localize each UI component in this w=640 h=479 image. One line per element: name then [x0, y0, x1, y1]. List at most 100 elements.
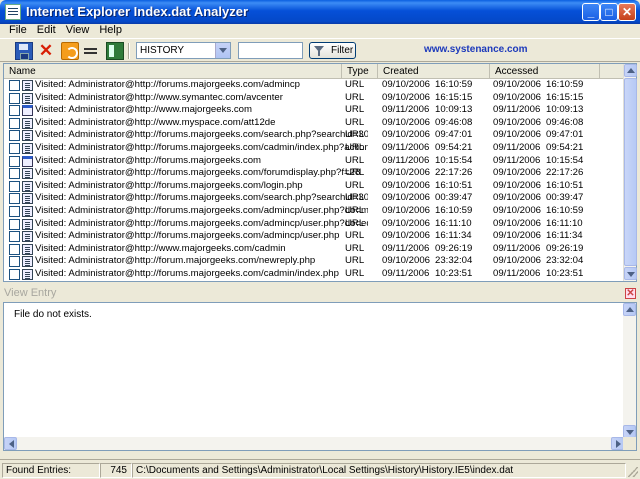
table-row[interactable]: Visited: Administrator@http://forums.maj… [4, 155, 624, 168]
row-checkbox[interactable] [9, 168, 20, 180]
cell-type: URL [345, 267, 365, 279]
entry-vscrollbar[interactable] [623, 303, 636, 438]
row-checkbox[interactable] [9, 268, 20, 280]
row-checkbox[interactable] [9, 117, 20, 129]
table-row[interactable]: Visited: Administrator@http://forums.maj… [4, 129, 624, 142]
save-icon[interactable] [15, 42, 33, 60]
scroll-up-icon[interactable] [624, 64, 637, 77]
table-row[interactable]: Visited: Administrator@http://www.majorg… [4, 104, 624, 117]
equal-icon[interactable] [82, 42, 100, 60]
cell-created-time: 22:17:26 [435, 167, 473, 179]
document-icon [22, 231, 33, 243]
cell-accessed-time: 16:15:15 [546, 91, 584, 103]
cell-type: URL [345, 255, 365, 267]
row-checkbox[interactable] [9, 256, 20, 268]
column-header-accessed[interactable]: Accessed [490, 64, 600, 79]
menu-help[interactable]: Help [94, 24, 127, 38]
delete-icon[interactable]: ✕ [37, 42, 55, 60]
filter-button[interactable]: Filter [309, 42, 356, 59]
entries-list[interactable]: Name Type Created Accessed Visited: Admi… [3, 63, 637, 282]
column-header-type[interactable]: Type [342, 64, 378, 79]
column-header-name[interactable]: Name [4, 64, 342, 79]
menu-view[interactable]: View [61, 24, 95, 38]
cell-type: URL [345, 91, 365, 103]
filter-button-label: Filter [331, 45, 354, 56]
close-button[interactable]: ✕ [618, 3, 636, 21]
table-row[interactable]: Visited: Administrator@http://www.myspac… [4, 117, 624, 130]
funnel-icon [314, 46, 324, 56]
cell-accessed-time: 09:46:08 [546, 116, 584, 128]
panel-close-icon[interactable]: ✕ [625, 288, 636, 299]
book-icon[interactable] [106, 42, 124, 60]
table-row[interactable]: Visited: Administrator@http://forums.maj… [4, 180, 624, 193]
table-row[interactable]: Visited: Administrator@http://forums.maj… [4, 268, 624, 281]
scroll-up-icon[interactable] [623, 303, 636, 316]
filter-input[interactable] [238, 42, 303, 59]
view-entry-title: View Entry [4, 287, 57, 299]
found-entries-label: Found Entries: [2, 463, 100, 478]
cell-name: Visited: Administrator@http://forums.maj… [35, 154, 262, 166]
row-checkbox[interactable] [9, 130, 20, 142]
table-row[interactable]: Visited: Administrator@http://forums.maj… [4, 218, 624, 231]
cell-created-time: 16:10:59 [435, 79, 473, 90]
cell-accessed-date: 09/10/2006 [493, 116, 542, 128]
row-checkbox[interactable] [9, 142, 20, 154]
menu-file[interactable]: File [4, 24, 32, 38]
table-row[interactable]: Visited: Administrator@http://forums.maj… [4, 192, 624, 205]
view-entry-box[interactable]: File do not exists. [3, 302, 637, 451]
cell-created-time: 16:10:59 [435, 204, 473, 216]
row-checkbox[interactable] [9, 92, 20, 104]
table-row[interactable]: Visited: Administrator@http://forums.maj… [4, 205, 624, 218]
row-checkbox[interactable] [9, 193, 20, 205]
scroll-left-icon[interactable] [4, 437, 17, 450]
row-checkbox[interactable] [9, 80, 20, 91]
entry-hscrollbar[interactable] [4, 437, 624, 450]
clear-icon[interactable] [61, 42, 79, 60]
chevron-down-icon[interactable] [215, 43, 230, 58]
list-scrollbar[interactable] [623, 64, 637, 281]
scroll-corner [623, 437, 636, 450]
cell-accessed-time: 23:32:04 [546, 255, 584, 267]
history-combo[interactable]: HISTORY [136, 42, 231, 59]
cell-name: Visited: Administrator@http://forums.maj… [35, 204, 368, 216]
table-row[interactable]: Visited: Administrator@http://www.majorg… [4, 243, 624, 256]
cell-name: Visited: Administrator@http://forums.maj… [35, 141, 368, 153]
menu-bar: File Edit View Help [0, 24, 640, 38]
maximize-button[interactable]: □ [600, 3, 618, 21]
cell-type: URL [345, 129, 365, 141]
table-row[interactable]: Visited: Administrator@http://forum.majo… [4, 255, 624, 268]
document-icon [22, 180, 33, 192]
column-header-created[interactable]: Created [378, 64, 490, 79]
cell-created-date: 09/10/2006 [382, 167, 431, 179]
table-row[interactable]: Visited: Administrator@http://forums.maj… [4, 230, 624, 243]
document-icon [22, 168, 33, 180]
row-checkbox[interactable] [9, 180, 20, 192]
minimize-button[interactable]: _ [582, 3, 600, 21]
row-checkbox[interactable] [9, 218, 20, 230]
cell-created-date: 09/10/2006 [382, 116, 431, 128]
row-checkbox[interactable] [9, 231, 20, 243]
cell-accessed-time: 16:10:59 [546, 204, 584, 216]
website-link[interactable]: www.systenance.com [424, 44, 528, 55]
table-row[interactable]: Visited: Administrator@http://forums.maj… [4, 79, 624, 92]
document-icon [22, 130, 33, 142]
scroll-thumb[interactable] [624, 78, 637, 266]
menu-edit[interactable]: Edit [32, 24, 61, 38]
row-checkbox[interactable] [9, 155, 20, 167]
cell-name: Visited: Administrator@http://forums.maj… [35, 192, 368, 204]
row-checkbox[interactable] [9, 205, 20, 217]
table-row[interactable]: Visited: Administrator@http://forums.maj… [4, 167, 624, 180]
cell-name: Visited: Administrator@http://www.majorg… [35, 104, 252, 116]
resize-grip-icon[interactable] [628, 467, 638, 477]
row-checkbox[interactable] [9, 243, 20, 255]
cell-created-time: 10:23:51 [435, 267, 473, 279]
document-icon [22, 117, 33, 129]
cell-created-time: 23:32:04 [435, 255, 473, 267]
cell-accessed-date: 09/10/2006 [493, 255, 542, 267]
scroll-down-icon[interactable] [624, 267, 637, 280]
row-checkbox[interactable] [9, 105, 20, 117]
table-row[interactable]: Visited: Administrator@http://forums.maj… [4, 142, 624, 155]
cell-type: URL [345, 167, 365, 179]
table-row[interactable]: Visited: Administrator@http://www.symant… [4, 92, 624, 105]
cell-type: URL [345, 179, 365, 191]
